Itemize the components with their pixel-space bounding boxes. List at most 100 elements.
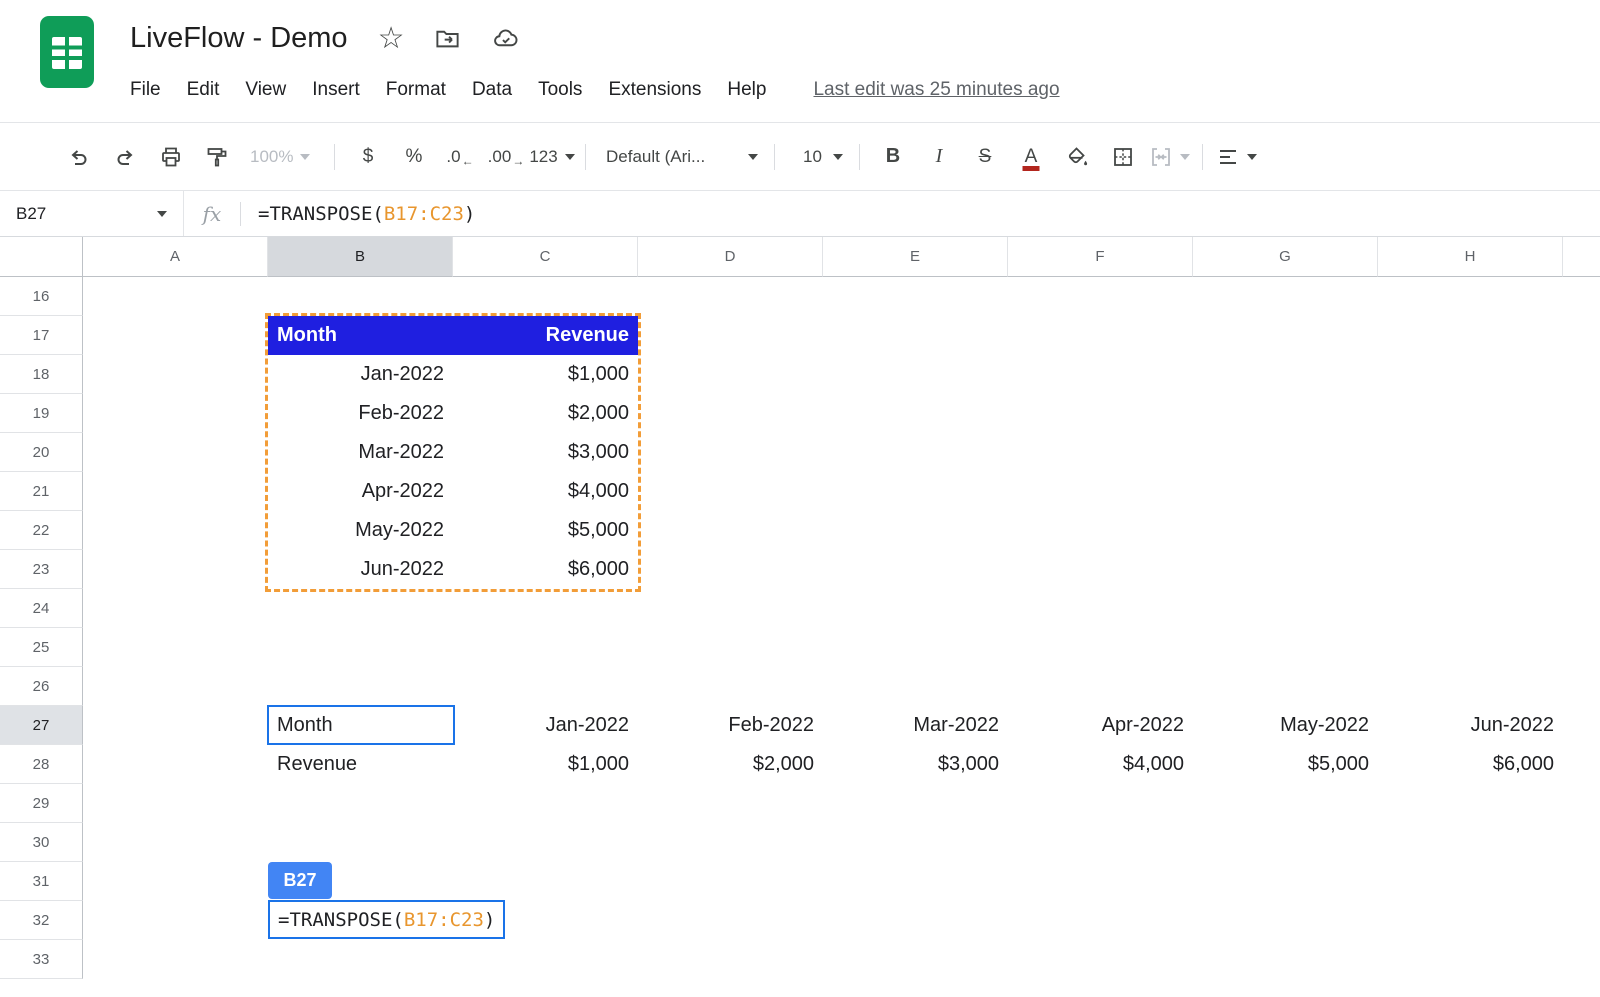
cell-F16[interactable] [1008, 277, 1193, 316]
cell-H28[interactable]: $6,000 [1378, 745, 1563, 784]
increase-decimals-button[interactable]: .00 → [483, 135, 529, 179]
format-currency-button[interactable]: $ [345, 135, 391, 179]
cell-G21[interactable] [1193, 472, 1378, 511]
cell-G31[interactable] [1193, 862, 1378, 901]
cell-B24[interactable] [268, 589, 453, 628]
cell-B19[interactable]: Feb-2022 [268, 394, 453, 433]
cell-C30[interactable] [453, 823, 638, 862]
column-header-F[interactable]: F [1008, 237, 1193, 277]
merge-cells-button[interactable] [1146, 135, 1192, 179]
cell-F31[interactable] [1008, 862, 1193, 901]
column-header-D[interactable]: D [638, 237, 823, 277]
cell-D21[interactable] [638, 472, 823, 511]
cell-G20[interactable] [1193, 433, 1378, 472]
cell-F19[interactable] [1008, 394, 1193, 433]
cell-F27[interactable]: Apr-2022 [1008, 706, 1193, 745]
cell-A24[interactable] [83, 589, 268, 628]
cell-H23[interactable] [1378, 550, 1563, 589]
row-header-24[interactable]: 24 [0, 589, 83, 628]
cell-G24[interactable] [1193, 589, 1378, 628]
cell-E20[interactable] [823, 433, 1008, 472]
cell-C26[interactable] [453, 667, 638, 706]
cell-H26[interactable] [1378, 667, 1563, 706]
cell-B22[interactable]: May-2022 [268, 511, 453, 550]
cell-D17[interactable] [638, 316, 823, 355]
cell-F24[interactable] [1008, 589, 1193, 628]
cell-A25[interactable] [83, 628, 268, 667]
cell-A17[interactable] [83, 316, 268, 355]
cell-E22[interactable] [823, 511, 1008, 550]
cell-B30[interactable] [268, 823, 453, 862]
cell-H16[interactable] [1378, 277, 1563, 316]
cell-H22[interactable] [1378, 511, 1563, 550]
floating-formula-editor[interactable]: =TRANSPOSE(B17:C23) [268, 900, 506, 939]
cell-F21[interactable] [1008, 472, 1193, 511]
cell-D20[interactable] [638, 433, 823, 472]
cell-C23[interactable]: $6,000 [453, 550, 638, 589]
row-header-32[interactable]: 32 [0, 901, 83, 940]
cell-F18[interactable] [1008, 355, 1193, 394]
fill-color-button[interactable] [1054, 135, 1100, 179]
cell-D29[interactable] [638, 784, 823, 823]
cell-H31[interactable] [1378, 862, 1563, 901]
zoom-select[interactable]: 100% [240, 135, 324, 179]
cell-H32[interactable] [1378, 901, 1563, 940]
cell-E33[interactable] [823, 940, 1008, 979]
move-folder-icon[interactable] [434, 25, 461, 52]
cell-D32[interactable] [638, 901, 823, 940]
cell-G16[interactable] [1193, 277, 1378, 316]
column-header-E[interactable]: E [823, 237, 1008, 277]
row-header-19[interactable]: 19 [0, 394, 83, 433]
cell-E30[interactable] [823, 823, 1008, 862]
formula-input[interactable]: =TRANSPOSE(B17:C23) [258, 203, 475, 225]
cell-C28[interactable]: $1,000 [453, 745, 638, 784]
cell-A28[interactable] [83, 745, 268, 784]
cell-D27[interactable]: Feb-2022 [638, 706, 823, 745]
cell-D33[interactable] [638, 940, 823, 979]
document-title[interactable]: LiveFlow - Demo [130, 22, 348, 55]
cell-G18[interactable] [1193, 355, 1378, 394]
cell-G23[interactable] [1193, 550, 1378, 589]
decrease-decimals-button[interactable]: .0 ← [437, 135, 483, 179]
cell-G33[interactable] [1193, 940, 1378, 979]
cell-A23[interactable] [83, 550, 268, 589]
undo-button[interactable] [56, 135, 102, 179]
column-header-G[interactable]: G [1193, 237, 1378, 277]
cell-A30[interactable] [83, 823, 268, 862]
cell-H27[interactable]: Jun-2022 [1378, 706, 1563, 745]
cell-C19[interactable]: $2,000 [453, 394, 638, 433]
row-header-27[interactable]: 27 [0, 706, 83, 745]
cell-C16[interactable] [453, 277, 638, 316]
row-header-16[interactable]: 16 [0, 277, 83, 316]
row-header-22[interactable]: 22 [0, 511, 83, 550]
cell-D19[interactable] [638, 394, 823, 433]
cell-G28[interactable]: $5,000 [1193, 745, 1378, 784]
cell-B27[interactable]: Month [268, 706, 453, 745]
cell-C31[interactable] [453, 862, 638, 901]
cell-H29[interactable] [1378, 784, 1563, 823]
horizontal-align-button[interactable] [1213, 135, 1259, 179]
cell-F20[interactable] [1008, 433, 1193, 472]
cell-G32[interactable] [1193, 901, 1378, 940]
cell-B18[interactable]: Jan-2022 [268, 355, 453, 394]
redo-button[interactable] [102, 135, 148, 179]
cell-B28[interactable]: Revenue [268, 745, 453, 784]
row-header-20[interactable]: 20 [0, 433, 83, 472]
row-header-29[interactable]: 29 [0, 784, 83, 823]
row-header-25[interactable]: 25 [0, 628, 83, 667]
cell-H21[interactable] [1378, 472, 1563, 511]
cell-H30[interactable] [1378, 823, 1563, 862]
cell-E31[interactable] [823, 862, 1008, 901]
cell-G22[interactable] [1193, 511, 1378, 550]
cell-F29[interactable] [1008, 784, 1193, 823]
cell-D28[interactable]: $2,000 [638, 745, 823, 784]
cell-F30[interactable] [1008, 823, 1193, 862]
cell-A21[interactable] [83, 472, 268, 511]
cell-B20[interactable]: Mar-2022 [268, 433, 453, 472]
text-color-button[interactable]: A [1008, 135, 1054, 179]
cell-F26[interactable] [1008, 667, 1193, 706]
sheets-logo-icon[interactable] [40, 16, 94, 93]
cell-A32[interactable] [83, 901, 268, 940]
cell-A33[interactable] [83, 940, 268, 979]
cell-H17[interactable] [1378, 316, 1563, 355]
